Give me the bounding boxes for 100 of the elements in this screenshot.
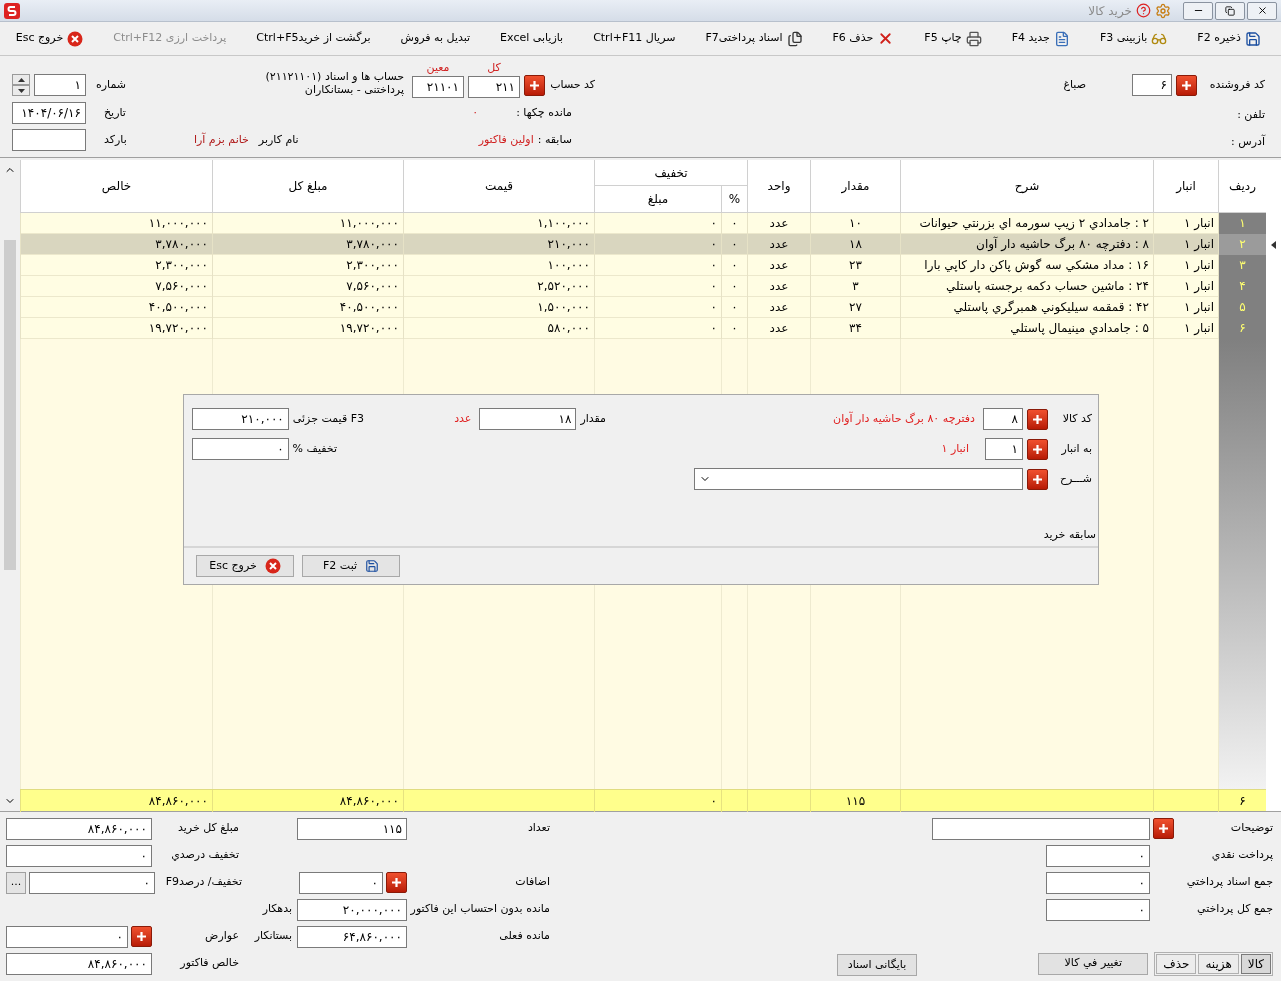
total-cell: ۱۱۵ [810,790,900,812]
toolbar-button[interactable]: چاپ F5 [916,25,990,52]
input-field[interactable]: ۱ [34,74,86,96]
spin-down-button[interactable] [12,85,30,96]
table-row[interactable]: ۴ انبار ۱ ۲۴ : ماشين حساب دکمه برجسته پاستلي ۳ عدد ۰ ۰ ۲,۵۲۰,۰۰۰ ۷,۵۶۰,۰۰۰ ۷,۵۶۰,۰۰۰ [20,276,1266,297]
tab[interactable]: کالا [1240,953,1271,974]
change-price-button[interactable]: تغییر في کالا [1038,952,1149,975]
table-cell: ۳۴ [810,318,900,339]
documents-icon [786,30,803,47]
tab[interactable]: حذف [1156,953,1197,974]
input-field[interactable]: ۱۸ [479,408,577,430]
window-title: خرید کالا [1088,2,1132,20]
toolbar-button[interactable]: خروج Esc [7,25,92,52]
item-name: دفترچه ۸۰ برگ حاشیه دار آوان [833,410,975,427]
add-button[interactable] [1027,408,1048,430]
label: شـــرح [1058,470,1092,487]
toolbar-button[interactable]: جدید F4 [1003,25,1078,52]
dropdown-field[interactable] [694,468,1023,490]
toolbar-button[interactable]: تبدیل به فروش [392,25,479,52]
input-field[interactable] [12,129,86,151]
label: کد فروشنده [1208,76,1265,93]
table-row[interactable]: ۶ انبار ۱ ۵ : جامدادي مينيمال پاستلي ۳۴ عدد ۰ ۰ ۵۸۰,۰۰۰ ۱۹,۷۲۰,۰۰۰ ۱۹,۷۲۰,۰۰۰ [20,318,1266,339]
plus-icon [136,931,147,942]
add-button[interactable] [1027,468,1048,490]
input-field[interactable]: ۱ [985,438,1023,460]
table-cell: ۰ [721,318,747,339]
label: توضیحات [1229,820,1273,837]
tab[interactable]: هزینه [1198,953,1239,974]
table-cell: ۴ [1218,276,1266,297]
table-row[interactable]: ۲ انبار ۱ ۸ : دفترچه ۸۰ برگ حاشيه دار آوان ۱۸ عدد ۰ ۰ ۲۱۰,۰۰۰ ۳,۷۸۰,۰۰۰ ۳,۷۸۰,۰۰۰ [20,234,1266,255]
column-header: قیمت [403,160,594,212]
label: مانده فعلی [498,928,550,945]
input-field[interactable]: ۸۴,۸۶۰,۰۰۰ [6,952,152,975]
table-cell: ۵ [1218,297,1266,318]
close-window-button[interactable] [1247,1,1277,20]
toolbar-button[interactable]: حذف F6 [824,25,903,52]
input-field[interactable]: ۲۰,۰۰۰,۰۰۰ [297,898,407,921]
input-field[interactable]: ۲۱۱۰۱ [412,76,464,98]
input-field[interactable]: ۶۴,۸۶۰,۰۰۰ [297,925,407,948]
input-field[interactable]: ۰ [6,844,152,867]
add-button[interactable] [1027,438,1048,460]
label: شماره [96,76,126,93]
input-field[interactable]: ۰ [1046,844,1150,867]
label: تخفیف درصدي [170,847,239,864]
add-button[interactable] [131,926,152,947]
plus-icon [1158,823,1169,834]
toolbar-button[interactable]: برگشت از خریدCtrl+F5 [248,25,379,52]
maximize-button[interactable] [1215,1,1245,20]
add-button[interactable] [524,75,545,96]
input-field[interactable]: ۸۴,۸۶۰,۰۰۰ [6,817,152,840]
column-header: % [721,186,747,212]
input-field[interactable]: ۰ [1046,898,1150,921]
dialog-button[interactable]: خروج Esc [196,555,294,577]
input-field[interactable]: ۱۱۵ [297,817,407,840]
input-field[interactable]: ۰ [299,871,383,894]
spin-up-button[interactable] [12,74,30,85]
add-button[interactable] [1176,74,1197,96]
archive-button[interactable]: بایگانی اسناد [837,954,917,977]
label: تخفیف/ درصدF9 [164,874,242,891]
toolbar-button[interactable]: سریال Ctrl+F11 [585,25,684,52]
plus-icon [529,80,540,91]
toolbar-button[interactable]: بازیابی Excel [492,25,572,52]
label: خالص فاکتور [178,955,239,972]
label: مقدار [580,410,606,427]
label: تخفیف % [292,440,337,457]
add-button[interactable] [1153,818,1174,839]
label: کل [487,59,501,76]
value-text: اولین فاکتور [478,131,534,148]
toolbar-button[interactable]: اسناد پرداختیF7 [697,25,811,52]
add-button[interactable] [386,872,407,893]
table-cell: ۶ [1218,318,1266,339]
plus-icon [1032,443,1043,455]
dialog-button[interactable]: ثبت F2 [302,555,400,577]
column-header: واحد [747,160,810,212]
toolbar-button[interactable]: بازبینی F3 [1091,25,1176,52]
toolbar-button[interactable]: ذخیره F2 [1189,25,1269,52]
help-icon [1136,3,1151,18]
more-button[interactable]: ... [6,871,26,894]
input-field[interactable]: ۲۱۰,۰۰۰ [191,408,289,430]
table-row[interactable]: ۳ انبار ۱ ۱۶ : مداد مشکي سه گوش پاکن دار کاپي بارا ۲۳ عدد ۰ ۰ ۱۰۰,۰۰۰ ۲,۳۰۰,۰۰۰ ۲,۳۰۰,۰۰۰ [20,255,1266,276]
input-field[interactable]: ۱۴۰۴/۰۶/۱۶ [12,102,86,124]
input-field[interactable] [932,817,1150,840]
table-cell: ۵۸۰,۰۰۰ [403,318,594,339]
table-row[interactable]: ۱ انبار ۱ ۲ : جامدادي ۲ زيپ سورمه اي بزرنتي حيوانات ۱۰ عدد ۰ ۰ ۱,۱۰۰,۰۰۰ ۱۱,۰۰۰,۰۰۰ ۱۱,۰۰۰,۰۰۰ [20,213,1266,234]
input-field[interactable]: ۲۱۱ [468,76,520,98]
row-pointer-icon [1271,240,1276,249]
input-field[interactable]: ۸ [983,408,1023,430]
table-cell: ۵ : جامدادي مينيمال پاستلي [900,318,1153,339]
total-cell: ۶ [1218,790,1266,812]
input-field[interactable]: ۰ [1046,871,1150,894]
column-header: مبلغ [594,186,721,212]
triangle-up-icon [17,77,25,82]
table-cell: ۳ [1218,255,1266,276]
input-field[interactable]: ۰ [29,871,155,894]
total-cell: ۸۴,۸۶۰,۰۰۰ [212,790,403,812]
input-field[interactable]: ۰ [191,438,289,460]
table-row[interactable]: ۵ انبار ۱ ۴۲ : قمقمه سيليکوني همبرگري پاستلي ۲۷ عدد ۰ ۰ ۱,۵۰۰,۰۰۰ ۴۰,۵۰۰,۰۰۰ ۴۰,۵۰۰,۰۰۰ [20,297,1266,318]
input-field[interactable]: ۰ [6,925,128,948]
warehouse-name: انبار ۱ [941,440,969,457]
input-field[interactable]: ۶ [1132,74,1172,96]
